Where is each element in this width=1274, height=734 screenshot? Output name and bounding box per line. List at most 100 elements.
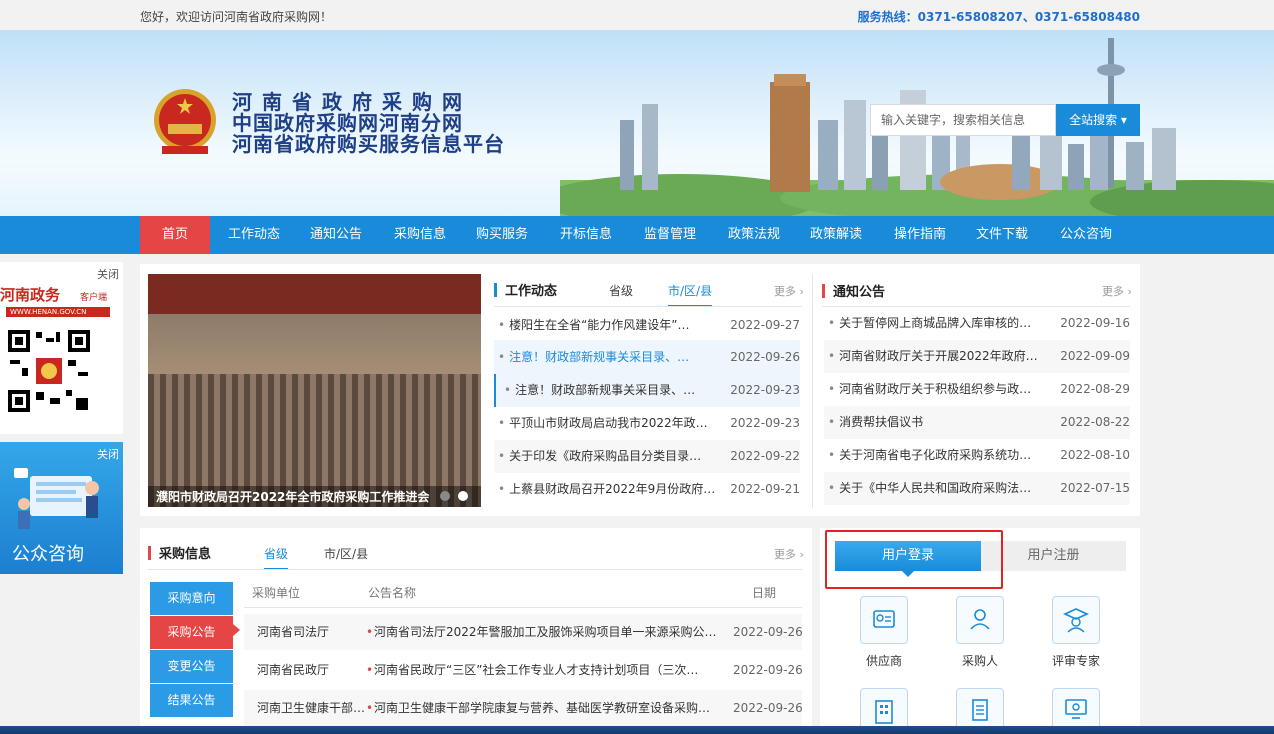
- procurement-tab-city[interactable]: 市/区/县: [324, 545, 368, 562]
- photo-hall: [148, 314, 481, 374]
- photo-stage-banner: [148, 274, 481, 314]
- col-unit-header: 采购单位: [252, 586, 301, 600]
- search-button-label: 全站搜索: [1069, 113, 1118, 127]
- nav-home[interactable]: 首页: [140, 216, 210, 254]
- procurement-title: 采购信息: [148, 543, 211, 562]
- list-item[interactable]: • 平顶山市财政局启动我市2022年政… 2022-09-23: [494, 407, 800, 440]
- menu-change[interactable]: 变更公告: [150, 650, 233, 683]
- nav-policy-interpretation[interactable]: 政策解读: [800, 216, 872, 254]
- search-input[interactable]: 输入关键字，搜索相关信息: [870, 104, 1056, 136]
- nav-notices[interactable]: 通知公告: [300, 216, 372, 254]
- nav-work-news[interactable]: 工作动态: [216, 216, 292, 254]
- menu-intent[interactable]: 采购意向: [150, 582, 233, 615]
- nav-public-consult[interactable]: 公众咨询: [1050, 216, 1122, 254]
- procurement-title-text: 采购信息: [159, 547, 212, 562]
- list-item[interactable]: • 关于暂停网上商城品牌入库审核的… 2022-09-16: [824, 307, 1130, 340]
- nav-procurement-info[interactable]: 采购信息: [384, 216, 456, 254]
- consult-illustration-icon: [14, 468, 99, 529]
- supplier-label: 供应商: [865, 654, 902, 668]
- menu-active-pointer-icon: [233, 624, 240, 636]
- work-news-title-text: 工作动态: [505, 284, 558, 299]
- work-news-more[interactable]: 更多 ›: [774, 283, 804, 299]
- news-carousel-photo[interactable]: 濮阳市财政局召开2022年全市政府采购工作推进会: [148, 274, 481, 507]
- ad2-consult-label: 公众咨询: [12, 544, 84, 565]
- procurement-tab-provincial[interactable]: 省级: [264, 545, 289, 570]
- expert-button[interactable]: [1052, 596, 1100, 644]
- top-bar: 您好，欢迎访问河南省政府采购网！ 服务热线：0371-65808207、0371…: [0, 0, 1274, 30]
- ad-close-button[interactable]: 关闭: [97, 266, 119, 282]
- col-date-header: 日期: [752, 586, 777, 600]
- user-icon: [970, 609, 990, 630]
- document-button[interactable]: [956, 688, 1004, 726]
- site-title-line-2: 中国政府采购网河南分网: [232, 111, 463, 135]
- table-row[interactable]: 河南省司法厅 • 河南省司法厅2022年警服加工及服饰采购项目单一来源采购公… …: [244, 614, 803, 650]
- divider: [148, 569, 802, 570]
- graduate-icon: [1063, 608, 1089, 633]
- welcome-text: 您好，欢迎访问河南省政府采购网！: [140, 10, 333, 24]
- divider: [494, 306, 802, 307]
- notices-more-label: 更多: [1102, 285, 1124, 298]
- purchaser-button[interactable]: [956, 596, 1004, 644]
- ad-brand: 河南政务: [0, 286, 61, 304]
- notices-title: 通知公告: [822, 281, 885, 300]
- highlight-box: [825, 530, 1003, 589]
- section-bar: [494, 283, 497, 297]
- nav-policies[interactable]: 政策法规: [718, 216, 790, 254]
- carousel-dot-2[interactable]: [458, 491, 468, 501]
- list-item[interactable]: • 楼阳生在全省“能力作风建设年”… 2022-09-27: [494, 310, 800, 340]
- work-news-tab-provincial[interactable]: 省级: [609, 282, 633, 299]
- notices-more[interactable]: 更多 ›: [1102, 283, 1132, 299]
- carousel-dot-1[interactable]: [440, 491, 450, 501]
- qr-code-image: [6, 328, 92, 414]
- section-bar: [148, 546, 151, 560]
- list-item[interactable]: • 关于河南省电子化政府采购系统功… 2022-08-10: [824, 439, 1130, 472]
- ad-url: WWW.HENAN.GOV.CN: [6, 307, 110, 317]
- photo-caption[interactable]: 濮阳市财政局召开2022年全市政府采购工作推进会: [156, 488, 436, 505]
- service-hotline: 服务热线：0371-65808207、0371-65808480: [857, 10, 1140, 24]
- ad-brand-suffix: 客户端: [80, 293, 108, 303]
- table-row[interactable]: 河南卫生健康干部… • 河南卫生健康干部学院康复与营养、基础医学教研室设备采购……: [244, 690, 803, 726]
- site-search: 输入关键字，搜索相关信息 全站搜索 ▾: [870, 104, 1140, 136]
- procurement-more[interactable]: 更多 ›: [774, 546, 804, 562]
- divider: [244, 607, 802, 608]
- work-news-title: 工作动态: [494, 280, 557, 299]
- section-bar: [822, 284, 825, 298]
- list-item[interactable]: • 河南省财政厅关于开展2022年政府… 2022-09-09: [824, 340, 1130, 373]
- id-card-icon: [873, 610, 895, 628]
- nav-bid-opening[interactable]: 开标信息: [550, 216, 622, 254]
- work-news-more-label: 更多: [774, 285, 796, 298]
- chevron-right-icon: ›: [799, 285, 804, 298]
- chevron-right-icon: ›: [1127, 285, 1132, 298]
- list-item[interactable]: • 注意！财政部新规事关采目录、… 2022-09-23: [494, 374, 800, 407]
- column-divider: [812, 274, 813, 508]
- main-nav: 首页 工作动态 通知公告 采购信息 购买服务 开标信息 监督管理 政策法规 政策…: [0, 216, 1274, 254]
- notices-title-text: 通知公告: [833, 285, 886, 300]
- henan-gov-app-ad[interactable]: 关闭 河南政务 客户端 WWW.HENAN.GOV.CN: [0, 262, 123, 434]
- os-taskbar: [0, 726, 1274, 734]
- nav-purchase-services[interactable]: 购买服务: [466, 216, 538, 254]
- work-news-tab-city[interactable]: 市/区/县: [668, 282, 713, 307]
- monitor-icon: [1065, 699, 1087, 719]
- nav-downloads[interactable]: 文件下载: [966, 216, 1038, 254]
- menu-result[interactable]: 结果公告: [150, 684, 233, 717]
- procurement-side-menu: 采购意向 采购公告 变更公告 结果公告: [150, 580, 233, 720]
- list-item[interactable]: • 注意！财政部新规事关采目录、… 2022-09-26: [494, 340, 800, 374]
- list-item[interactable]: • 关于《中华人民共和国政府采购法… 2022-07-15: [824, 472, 1130, 505]
- search-button[interactable]: 全站搜索 ▾: [1056, 104, 1140, 136]
- monitor-button[interactable]: [1052, 688, 1100, 726]
- list-item[interactable]: • 上蔡县财政局召开2022年9月份政府… 2022-09-21: [494, 473, 800, 506]
- nav-guide[interactable]: 操作指南: [884, 216, 956, 254]
- col-name-header: 公告名称: [368, 586, 417, 600]
- list-item[interactable]: • 关于印发《政府采购品目分类目录… 2022-09-22: [494, 440, 800, 473]
- public-consult-ad[interactable]: 关闭 公众咨询: [0, 442, 123, 574]
- site-title-line-3: 河南省政府购买服务信息平台: [232, 132, 505, 156]
- chevron-right-icon: ›: [799, 548, 804, 561]
- table-row[interactable]: 河南省民政厅 • 河南省民政厅“三区”社会工作专业人才支持计划项目（三次… 20…: [244, 652, 803, 688]
- agency-button[interactable]: [860, 688, 908, 726]
- menu-announcement[interactable]: 采购公告: [150, 616, 233, 649]
- list-item[interactable]: • 消费帮扶倡议书 2022-08-22: [824, 406, 1130, 439]
- supplier-button[interactable]: [860, 596, 908, 644]
- list-item[interactable]: • 河南省财政厅关于积极组织参与政… 2022-08-29: [824, 373, 1130, 406]
- document-icon: [972, 699, 988, 721]
- nav-supervision[interactable]: 监督管理: [634, 216, 706, 254]
